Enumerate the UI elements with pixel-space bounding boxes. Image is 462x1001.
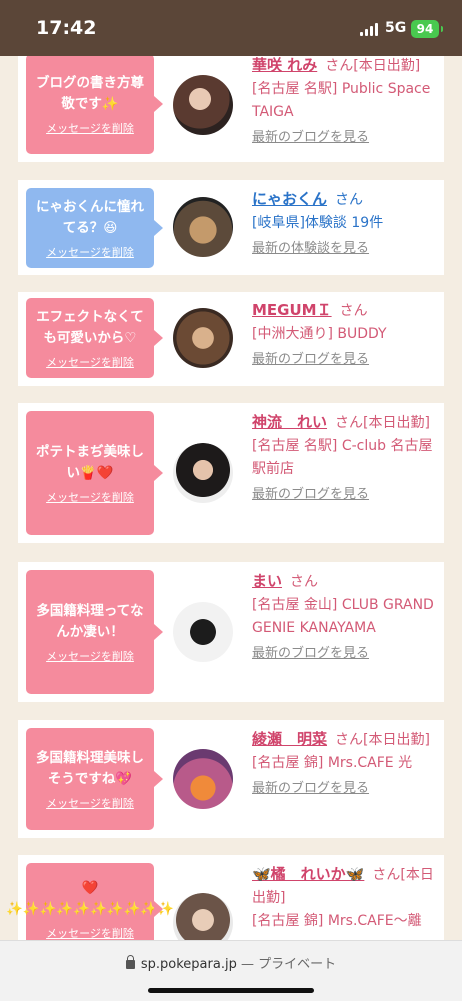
profile-name-link[interactable]: 神流 れい	[252, 413, 327, 431]
signal-icon	[360, 23, 380, 36]
message-bubble: エフェクトなくても可愛いから♡ メッセージを削除	[26, 298, 163, 378]
avatar[interactable]	[173, 75, 233, 135]
profile-name-link[interactable]: 綾瀬 明菜	[252, 730, 327, 748]
avatar[interactable]	[173, 308, 233, 368]
latest-blog-link[interactable]: 最新のブログを見る	[252, 350, 442, 370]
profile-info: まい さん [名古屋 金山] CLUB GRAND GENIE KANAYAMA …	[252, 570, 442, 664]
message-bubble: ポテトまぢ美味しい🍟❤️ メッセージを削除	[26, 411, 163, 535]
message-text: エフェクトなくても可愛いから♡	[36, 308, 144, 346]
list-item: 多国籍料理ってなんか凄い！ メッセージを削除 まい さん [名古屋 金山] CLU…	[18, 562, 444, 702]
url-text: sp.pokepara.jp	[140, 957, 237, 972]
delete-message-link[interactable]: メッセージを削除	[46, 354, 134, 370]
list-item: ブログの書き方尊敬です✨ メッセージを削除 華咲 れみ さん[本日出勤] [名古屋…	[18, 52, 444, 162]
message-text: ❤️ ✨✨✨✨✨✨✨✨✨✨	[5, 879, 175, 917]
message-text: ポテトまぢ美味しい🍟❤️	[36, 443, 144, 481]
message-text: にゃおくんに憧れてる？😆	[36, 198, 144, 236]
profile-info: 神流 れい さん[本日出勤] [名古屋 名駅] C-club 名古屋駅前店 最新の…	[252, 411, 442, 505]
home-indicator[interactable]	[148, 988, 314, 993]
profile-name-link[interactable]: 🦋橘 れいか🦋	[252, 865, 364, 883]
avatar[interactable]	[173, 602, 233, 662]
delete-message-link[interactable]: メッセージを削除	[46, 925, 134, 941]
latest-blog-link[interactable]: 最新のブログを見る	[252, 485, 442, 505]
delete-message-link[interactable]: メッセージを削除	[46, 244, 134, 260]
profile-info: 🦋橘 れいか🦋 さん[本日出勤] [名古屋 錦] Mrs.CAFE〜離	[252, 863, 442, 933]
shop-info: [名古屋 金山] CLUB GRAND GENIE KANAYAMA	[252, 597, 434, 636]
list-item: エフェクトなくても可愛いから♡ メッセージを削除 MEGUMＩ さん [中洲大通り…	[18, 292, 444, 386]
message-bubble: 多国籍料理ってなんか凄い！ メッセージを削除	[26, 570, 163, 694]
avatar[interactable]	[173, 197, 233, 257]
status-bar: 17:42 5G 94	[0, 0, 462, 56]
honorific: さん[本日出勤]	[325, 58, 421, 74]
list-item: にゃおくんに憧れてる？😆 メッセージを削除 にゃおくん さん [岐阜県]体験談 1…	[18, 180, 444, 275]
status-time: 17:42	[36, 17, 97, 39]
message-bubble: 多国籍料理美味しそうですね💖 メッセージを削除	[26, 728, 163, 830]
shop-info: [岐阜県]体験談 19件	[252, 215, 384, 231]
battery-icon: 94	[411, 20, 443, 38]
delete-message-link[interactable]: メッセージを削除	[46, 795, 134, 811]
address-bar[interactable]: sp.pokepara.jp — プライベート	[0, 953, 462, 972]
list-item: ポテトまぢ美味しい🍟❤️ メッセージを削除 神流 れい さん[本日出勤] [名古屋…	[18, 403, 444, 543]
profile-info: 華咲 れみ さん[本日出勤] [名古屋 名駅] Public Space TAIG…	[252, 54, 442, 148]
honorific: さん	[335, 192, 364, 208]
profile-info: MEGUMＩ さん [中洲大通り] BUDDY 最新のブログを見る	[252, 299, 442, 370]
honorific: さん	[339, 303, 368, 319]
shop-info: [名古屋 錦] Mrs.CAFE〜離	[252, 913, 422, 929]
profile-info: 綾瀬 明菜 さん[本日出勤] [名古屋 錦] Mrs.CAFE 光 最新のブログを…	[252, 728, 442, 799]
browser-bottom-bar: sp.pokepara.jp — プライベート	[0, 940, 462, 1001]
latest-review-link[interactable]: 最新の体験談を見る	[252, 239, 442, 259]
network-type: 5G	[385, 20, 407, 36]
latest-blog-link[interactable]: 最新のブログを見る	[252, 644, 442, 664]
profile-name-link[interactable]: にゃおくん	[252, 190, 327, 208]
browsing-mode: — プライベート	[240, 957, 337, 972]
delete-message-link[interactable]: メッセージを削除	[46, 120, 134, 136]
honorific: さん[本日出勤]	[335, 415, 430, 431]
profile-info: にゃおくん さん [岐阜県]体験談 19件 最新の体験談を見る	[252, 188, 442, 259]
honorific: さん[本日出勤]	[335, 732, 430, 748]
avatar[interactable]	[173, 749, 233, 809]
profile-name-link[interactable]: MEGUMＩ	[252, 301, 332, 319]
avatar[interactable]	[173, 443, 233, 503]
shop-info: [名古屋 名駅] C-club 名古屋駅前店	[252, 438, 433, 477]
shop-info: [名古屋 錦] Mrs.CAFE 光	[252, 755, 413, 771]
delete-message-link[interactable]: メッセージを削除	[46, 648, 134, 664]
latest-blog-link[interactable]: 最新のブログを見る	[252, 128, 442, 148]
list-item: 多国籍料理美味しそうですね💖 メッセージを削除 綾瀬 明菜 さん[本日出勤] [名…	[18, 720, 444, 838]
latest-blog-link[interactable]: 最新のブログを見る	[252, 779, 442, 799]
lock-icon	[125, 955, 135, 969]
delete-message-link[interactable]: メッセージを削除	[46, 489, 134, 505]
message-text: 多国籍料理ってなんか凄い！	[36, 602, 144, 640]
profile-name-link[interactable]: 華咲 れみ	[252, 56, 317, 74]
honorific: さん	[290, 574, 319, 590]
message-bubble: にゃおくんに憧れてる？😆 メッセージを削除	[26, 188, 163, 268]
message-text: ブログの書き方尊敬です✨	[36, 74, 144, 112]
message-bubble: ブログの書き方尊敬です✨ メッセージを削除	[26, 54, 163, 154]
shop-info: [名古屋 名駅] Public Space TAIGA	[252, 81, 431, 120]
profile-name-link[interactable]: まい	[252, 572, 282, 590]
shop-info: [中洲大通り] BUDDY	[252, 326, 387, 342]
message-text: 多国籍料理美味しそうですね💖	[36, 749, 144, 787]
